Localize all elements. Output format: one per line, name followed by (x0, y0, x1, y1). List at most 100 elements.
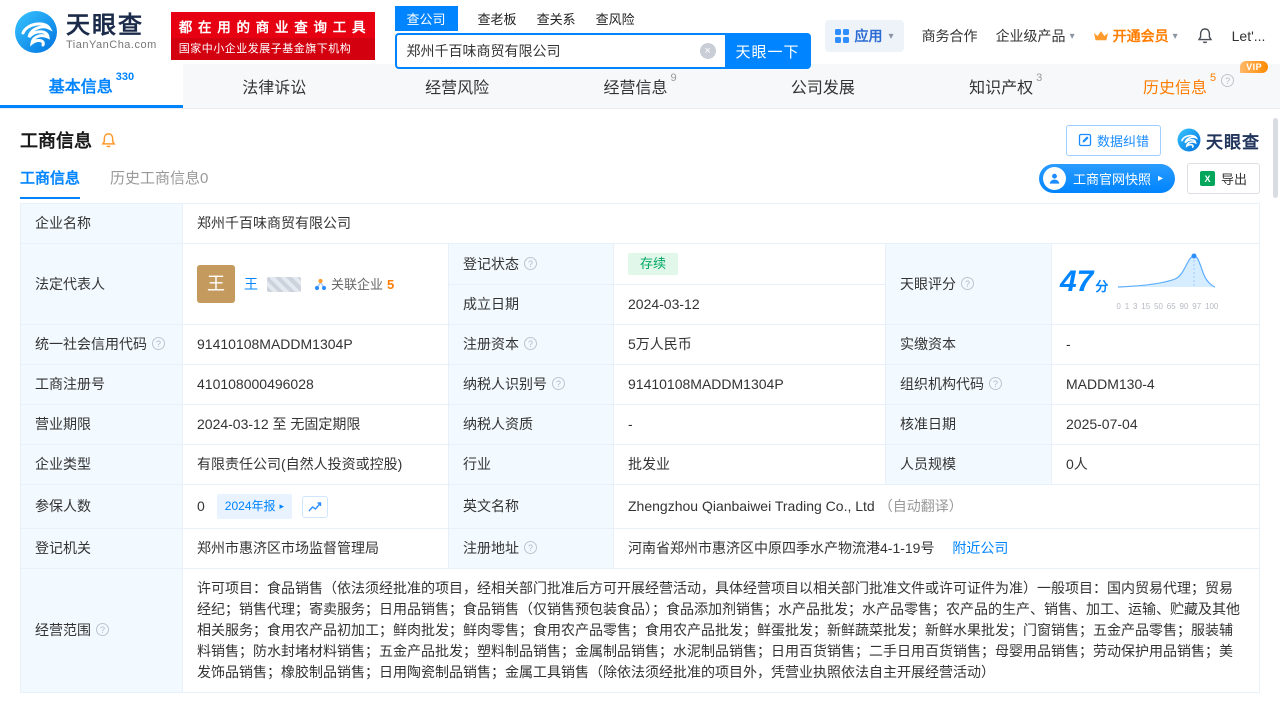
help-icon[interactable]: ? (152, 337, 165, 350)
annual-report-tag[interactable]: 2024年报 ▸ (216, 494, 293, 519)
help-icon[interactable]: ? (524, 256, 537, 270)
value-reg-capital: 5万人民币 (613, 324, 886, 365)
official-snapshot-button[interactable]: 工商官网快照 ▸ (1038, 164, 1175, 193)
search-input[interactable] (396, 35, 725, 67)
tianyancha-logo-icon (1177, 128, 1201, 152)
search-tabs: 查公司 查老板 查关系 查风险 (394, 5, 811, 31)
data-correction-button[interactable]: 数据纠错 (1065, 124, 1161, 156)
help-icon[interactable]: ? (524, 337, 537, 350)
row-regno-taxid: 工商注册号 410108000496028 纳税人识别号? 91410108MA… (20, 364, 1260, 405)
nearby-companies-link[interactable]: 附近公司 (952, 540, 1008, 556)
trend-chart-button[interactable] (302, 495, 329, 518)
label-business-term: 营业期限 (20, 404, 183, 445)
related-companies-link[interactable]: 关联企业 5 (314, 274, 394, 295)
section-title: 工商信息 (20, 131, 92, 151)
label-credit-code: 统一社会信用代码? (20, 324, 183, 365)
enterprise-label: 企业级产品 (995, 28, 1066, 44)
tab-intellectual-property[interactable]: 知识产权 3 (914, 64, 1097, 108)
label-registration-authority: 登记机关 (20, 528, 183, 569)
censored-name-blur (267, 276, 301, 292)
legal-rep-name[interactable]: 王 (244, 274, 258, 295)
brand-text: 天眼查 TianYanCha.com (66, 13, 157, 52)
value-credit-code: 91410108MADDM1304P (182, 324, 449, 365)
value-taxpayer-id: 91410108MADDM1304P (613, 364, 886, 405)
value-registration-authority: 郑州市惠济区市场监督管理局 (182, 528, 449, 569)
tab-label: 经营风险 (425, 80, 490, 97)
label-reg-number: 工商注册号 (20, 364, 183, 405)
score-value: 47 分 (1060, 264, 1109, 298)
row-type-industry: 企业类型 有限责任公司(自然人投资或控股) 行业 批发业 人员规模 0人 (20, 444, 1260, 485)
top-nav: 应用 ▾ 商务合作 企业级产品 ▾ 开通会员 ▾ Let'... (824, 20, 1266, 52)
label-reg-capital: 注册资本? (448, 324, 614, 365)
brand-watermark: 天眼查 (1177, 128, 1260, 153)
label-legal-rep: 法定代表人 (20, 243, 183, 325)
row-company-name: 企业名称 郑州千百味商贸有限公司 (20, 203, 1260, 244)
brand-domain: TianYanCha.com (66, 39, 157, 51)
tab-label: 历史信息 (1143, 80, 1208, 97)
search-tab-boss[interactable]: 查老板 (478, 9, 517, 28)
value-taxpayer-quality: - (613, 404, 886, 445)
scrollbar[interactable] (1273, 118, 1278, 198)
subtab-history-business-info[interactable]: 历史工商信息0 (110, 167, 208, 199)
label-taxpayer-id: 纳税人识别号? (448, 364, 614, 405)
value-org-code: MADDM130-4 (1051, 364, 1260, 405)
label-established: 成立日期 (448, 284, 614, 325)
search-tab-risk[interactable]: 查风险 (596, 9, 635, 28)
value-insured-count: 0 2024年报 ▸ (182, 484, 449, 529)
section-header-right: 数据纠错 天眼查 (1065, 124, 1260, 156)
related-label: 关联企业 (331, 276, 384, 292)
insured-number: 0 (197, 498, 205, 514)
export-label: 导出 (1220, 172, 1247, 187)
svg-text:X: X (1204, 174, 1210, 184)
help-icon[interactable]: ? (989, 377, 1002, 390)
nav-open-vip[interactable]: 开通会员 ▾ (1093, 26, 1178, 46)
tab-operation-info[interactable]: 经营信息 9 (549, 64, 732, 108)
tianyancha-logo[interactable]: 天眼查 TianYanCha.com (14, 10, 157, 54)
notification-bell-icon[interactable] (1196, 27, 1214, 45)
snapshot-label: 工商官网快照 (1072, 172, 1151, 187)
tab-legal-litigation[interactable]: 法律诉讼 (183, 64, 366, 108)
help-icon[interactable]: ? (524, 541, 537, 554)
label-company-name: 企业名称 (20, 203, 183, 244)
apps-label: 应用 (854, 28, 883, 44)
search-tab-company[interactable]: 查公司 (394, 5, 458, 31)
tab-history-info[interactable]: 历史信息 5 ? VIP (1097, 61, 1280, 108)
chevron-down-icon: ▾ (888, 30, 894, 42)
value-business-term: 2024-03-12 至 无固定期限 (182, 404, 449, 445)
subtab-business-info[interactable]: 工商信息 (20, 167, 81, 199)
tab-operation-risk[interactable]: 经营风险 (366, 64, 549, 108)
search-block: 查公司 查老板 查关系 查风险 × 天眼一下 (394, 5, 811, 69)
help-icon[interactable]: ? (961, 276, 974, 290)
tab-label: 法律诉讼 (242, 80, 307, 97)
row-credit-capital: 统一社会信用代码? 91410108MADDM1304P 注册资本? 5万人民币… (20, 324, 1260, 365)
vip-label: 开通会员 (1112, 28, 1169, 44)
nav-enterprise[interactable]: 企业级产品 ▾ (996, 26, 1075, 46)
subtab-row: 工商信息 历史工商信息0 工商官网快照 ▸ X 导出 (20, 163, 1260, 199)
help-icon[interactable]: ? (96, 623, 109, 636)
auto-translate-note: （自动翻译） (878, 498, 963, 514)
watermark-brand-name: 天眼查 (1206, 132, 1260, 152)
row-insured-english: 参保人数 0 2024年报 ▸ 英文名称 Zhengzhou Qianbaiwe… (20, 484, 1260, 529)
value-english-name: Zhengzhou Qianbaiwei Trading Co., Ltd （自动… (613, 484, 1260, 529)
clear-icon[interactable]: × (699, 43, 716, 59)
help-icon[interactable]: ? (1221, 74, 1235, 87)
search-tab-relation[interactable]: 查关系 (537, 9, 576, 28)
monitor-bell-icon[interactable] (100, 132, 117, 149)
apps-menu[interactable]: 应用 ▾ (824, 20, 904, 52)
value-registered-address: 河南省郑州市惠济区中原四季水产物流港4-1-19号 附近公司 (613, 528, 1260, 569)
export-button[interactable]: X 导出 (1186, 163, 1260, 194)
business-info-table: 企业名称 郑州千百味商贸有限公司 法定代表人 王 王 关联企业 5 登记状态 ?… (20, 203, 1260, 693)
edit-icon (1078, 133, 1092, 147)
legal-rep-avatar[interactable]: 王 (197, 265, 235, 303)
score-axis-ticks: 0 1 3 15 50 65 90 97 100 (1116, 302, 1219, 311)
row-legal-rep-status: 法定代表人 王 王 关联企业 5 登记状态 ? 存续 天眼评分 ? 47 分 0… (20, 243, 1260, 325)
user-name[interactable]: Let'... (1232, 28, 1266, 44)
trend-icon (308, 501, 322, 511)
tab-count: 3 (1036, 72, 1043, 84)
tab-basic-info[interactable]: 基本信息 330 (0, 64, 183, 108)
value-industry: 批发业 (613, 444, 886, 485)
help-icon[interactable]: ? (552, 377, 565, 390)
tab-company-development[interactable]: 公司发展 (731, 64, 914, 108)
main-content: 工商信息 数据纠错 天眼查 工商信息 历史工商信息0 工商官网快照 ▸ X 导出… (0, 123, 1280, 693)
nav-cooperation[interactable]: 商务合作 (922, 26, 978, 46)
